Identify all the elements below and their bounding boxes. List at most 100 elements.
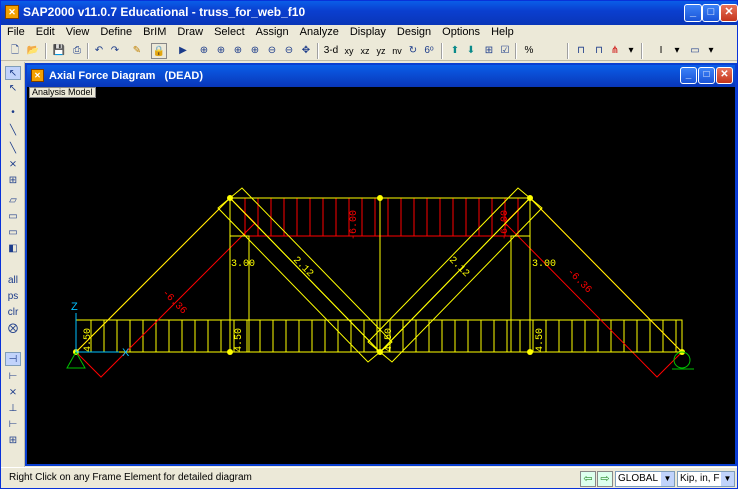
view-xz-button[interactable]: xz (357, 43, 373, 59)
pointer-icon[interactable]: ↖ (5, 66, 21, 80)
bottom-chord-value-1: 4.50 (83, 328, 94, 352)
child-window-icon[interactable]: ✕ (31, 69, 44, 82)
maximize-button[interactable]: □ (702, 4, 720, 22)
menu-view[interactable]: View (60, 25, 95, 41)
snap-ends-icon[interactable]: ⊢ (5, 370, 21, 384)
down-arrow-icon[interactable]: ⬇ (463, 43, 479, 59)
zoom-in-icon[interactable]: ⊕ (196, 43, 212, 59)
clear-selection-icon[interactable]: clr (5, 306, 21, 320)
pan-icon[interactable]: ✥ (298, 43, 314, 59)
x-axis-label: X (122, 347, 130, 359)
new-icon[interactable]: 🗋 (7, 43, 23, 59)
percent-button[interactable]: % (521, 43, 537, 59)
menu-design[interactable]: Design (391, 25, 436, 41)
close-button[interactable]: ✕ (720, 4, 738, 22)
zoom-all-icon[interactable]: ⊖ (281, 43, 297, 59)
undo-icon[interactable]: ↶ (91, 43, 107, 59)
restore-icon[interactable]: ⊕ (247, 43, 263, 59)
child-maximize-button[interactable]: □ (698, 67, 715, 84)
top-chord-right-value: -6.00 (500, 210, 511, 240)
view-3d-button[interactable]: 3-d (323, 43, 339, 59)
force-diagram-icon[interactable]: ⋔ (607, 43, 623, 59)
snap-perpendicular-icon[interactable]: ⊥ (5, 402, 21, 416)
draw-brace-icon[interactable]: ⨯ (5, 158, 21, 172)
reshape-icon[interactable]: ↖ (5, 82, 21, 96)
snap-intersections-icon[interactable]: ⨯ (5, 386, 21, 400)
save-icon[interactable]: 💾 (51, 43, 67, 59)
chevron-down-icon[interactable]: ▼ (661, 472, 674, 486)
zoom-out-icon[interactable]: ⊕ (213, 43, 229, 59)
menu-assign[interactable]: Assign (250, 25, 294, 41)
bottom-chord-hatching (75, 319, 683, 353)
child-minimize-button[interactable]: _ (680, 67, 697, 84)
set-display-icon[interactable]: ⊞ (481, 43, 497, 59)
menu-help[interactable]: Help (485, 25, 519, 41)
snap-grid-icon[interactable]: ⊞ (5, 434, 21, 448)
frame-loads-icon[interactable]: ⊓ (591, 43, 607, 59)
menu-select[interactable]: Select (208, 25, 250, 41)
view-xy-button[interactable]: xy (341, 43, 357, 59)
draw-rect-area-icon[interactable]: ▭ (5, 210, 21, 224)
menu-brim[interactable]: BrIM (137, 25, 171, 41)
left-vertical-value: 3.00 (231, 259, 255, 270)
snap-joints-icon[interactable]: ⊣ (5, 352, 21, 366)
run-icon[interactable]: ▶ (175, 43, 191, 59)
zoom-prev-icon[interactable]: ⊖ (264, 43, 280, 59)
dropdown-arrow-icon[interactable]: ▾ (703, 43, 719, 59)
select-all-icon[interactable]: all (5, 274, 21, 288)
print-icon[interactable]: ⎙ (69, 43, 85, 59)
redo-icon[interactable]: ↷ (107, 43, 123, 59)
menu-bar: File Edit View Define BrIM Draw Select Assign An… (1, 25, 737, 41)
snap-lines-icon[interactable]: ⊢ (5, 418, 21, 432)
child-close-button[interactable]: ✕ (716, 67, 733, 84)
previous-selection-icon[interactable]: ps (5, 290, 21, 304)
previous-arrow-icon[interactable]: ⇦ (580, 471, 596, 487)
menu-analyze[interactable]: Analyze (294, 25, 344, 41)
window-title: SAP2000 v11.0.7 Educational - truss_for_… (23, 5, 306, 19)
dropdown-arrow-icon[interactable]: ▾ (669, 43, 685, 59)
draw-solid-icon[interactable]: ◧ (5, 242, 21, 256)
coordinate-system-value: GLOBAL (618, 473, 659, 484)
menu-draw[interactable]: Draw (171, 25, 208, 41)
view-yz-button[interactable]: yz (373, 43, 389, 59)
draw-point-icon[interactable]: • (5, 106, 21, 120)
toolbar-separator (317, 43, 319, 59)
menu-file[interactable]: File (1, 25, 30, 41)
units-select[interactable]: Kip, in, F ▼ (677, 471, 735, 487)
minimize-button[interactable]: _ (684, 4, 702, 22)
left-diagonal-value: -6.36 (159, 288, 188, 317)
rotate-icon[interactable]: ↻ (405, 43, 421, 59)
status-message: Right Click on any Frame Element for det… (9, 472, 252, 483)
quick-draw-frame-icon[interactable]: ╲ (5, 142, 21, 156)
display-options-icon[interactable]: ▭ (687, 43, 703, 59)
draw-cable-icon[interactable]: ⊞ (5, 174, 21, 188)
section-icon[interactable]: I (653, 43, 669, 59)
coordinate-system-select[interactable]: GLOBAL ▼ (615, 471, 675, 487)
sap-app-icon[interactable]: ✕ (5, 5, 19, 19)
title-bar: ✕ SAP2000 v11.0.7 Educational - truss_fo… (1, 1, 738, 25)
frame-icon[interactable]: ⊓ (573, 43, 589, 59)
draw-area-icon[interactable]: ▱ (5, 194, 21, 208)
menu-display[interactable]: Display (344, 25, 391, 41)
chevron-down-icon[interactable]: ▼ (721, 472, 734, 486)
up-arrow-icon[interactable]: ⬆ (447, 43, 463, 59)
view-nv-button[interactable]: nv (389, 43, 405, 59)
menu-options[interactable]: Options (436, 25, 485, 41)
open-icon[interactable]: 📂 (25, 43, 41, 59)
draw-frame-icon[interactable]: ╲ (5, 124, 21, 138)
quick-draw-area-icon[interactable]: ▭ (5, 226, 21, 240)
toolbar-separator (87, 43, 89, 59)
zoom-window-icon[interactable]: ⊕ (230, 43, 246, 59)
perspective-icon[interactable]: 6ᵒ (421, 43, 437, 59)
intersect-select-icon[interactable]: ⨂ (5, 322, 21, 336)
inner-right-diagonal-value: 2.12 (446, 255, 471, 280)
menu-define[interactable]: Define (94, 25, 137, 41)
next-arrow-icon[interactable]: ⇨ (597, 471, 613, 487)
child-window-title: Axial Force Diagram (DEAD) (49, 70, 204, 82)
menu-edit[interactable]: Edit (30, 25, 60, 41)
check-icon[interactable]: ☑ (497, 43, 513, 59)
pencil-icon[interactable]: ✎ (129, 43, 145, 59)
lock-icon[interactable]: 🔒 (151, 43, 167, 59)
dropdown-arrow-icon[interactable]: ▾ (623, 43, 639, 59)
diagram-canvas[interactable]: Z X -6.00 -6.00 -6.36 -6.36 3.00 3.00 2.… (27, 98, 735, 464)
